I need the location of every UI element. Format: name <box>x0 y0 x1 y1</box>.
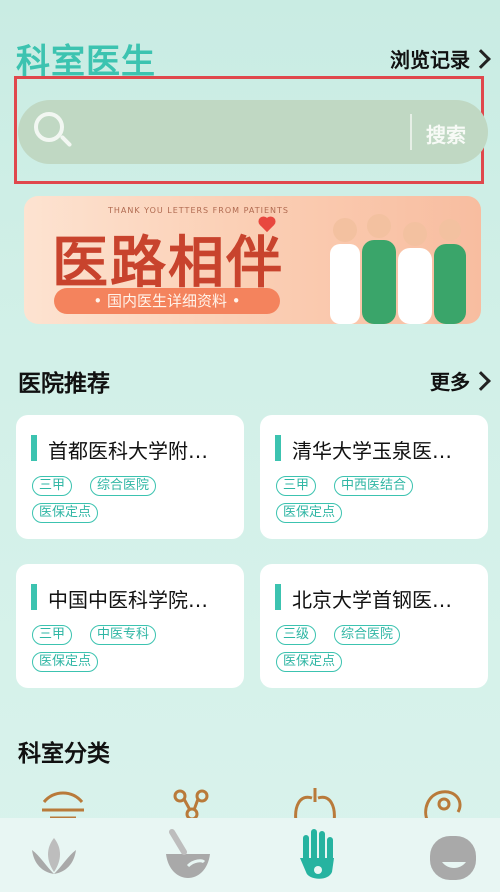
lungs-icon[interactable] <box>290 786 340 822</box>
hospital-tag: 医保定点 <box>276 503 343 523</box>
banner-title: 医路相伴 <box>52 231 284 296</box>
page-header: 科室医生 浏览记录 <box>0 0 500 82</box>
banner-pill: • 国内医生详细资料 • <box>54 288 280 314</box>
hospital-tag: 医保定点 <box>276 652 343 672</box>
card-accent-bar <box>275 584 281 610</box>
thermometer-icon[interactable] <box>38 786 88 822</box>
hospital-tag: 三甲 <box>32 476 73 496</box>
card-accent-bar <box>31 435 37 461</box>
hospital-tag: 医保定点 <box>32 503 99 523</box>
departments-section-title: 科室分类 <box>18 741 110 767</box>
hospital-tag: 三级 <box>276 625 317 645</box>
promo-banner[interactable]: THANK YOU LETTERS FROM PATIENTS 医路相伴 • 国… <box>24 196 481 324</box>
search-icon <box>34 112 64 142</box>
hospitals-section-title: 医院推荐 <box>18 371 110 397</box>
card-accent-bar <box>31 584 37 610</box>
hospital-tag: 医保定点 <box>32 652 99 672</box>
molecule-icon[interactable] <box>168 786 218 822</box>
hospital-name: 中国中医科学院… <box>48 588 208 612</box>
hospital-card[interactable]: 首都医科大学附… 三甲 综合医院 医保定点 <box>16 415 244 539</box>
chevron-right-icon <box>471 370 491 391</box>
brain-icon[interactable] <box>418 786 468 822</box>
doctors-illustration <box>330 214 466 324</box>
search-input[interactable] <box>18 100 488 164</box>
banner-subtitle: THANK YOU LETTERS FROM PATIENTS <box>108 206 289 215</box>
hospital-tag: 中西医结合 <box>334 476 414 496</box>
hospital-card[interactable]: 北京大学首钢医… 三级 综合医院 医保定点 <box>260 564 488 688</box>
hand-icon[interactable] <box>288 828 348 884</box>
search-divider <box>410 114 412 150</box>
more-label: 更多 <box>430 370 470 394</box>
hospital-card[interactable]: 中国中医科学院… 三甲 中医专科 医保定点 <box>16 564 244 688</box>
bottom-tab-bar <box>0 818 500 892</box>
lotus-icon[interactable] <box>24 828 84 884</box>
hospital-name: 首都医科大学附… <box>48 439 208 463</box>
hospital-tag: 中医专科 <box>90 625 157 645</box>
hospitals-more-link[interactable]: 更多 <box>430 366 491 395</box>
search-button[interactable]: 搜索 <box>426 119 466 148</box>
hospital-name: 清华大学玉泉医… <box>292 439 452 463</box>
hospital-tag: 三甲 <box>32 625 73 645</box>
browse-history-link[interactable]: 浏览记录 <box>390 44 491 73</box>
hospital-tag: 三甲 <box>276 476 317 496</box>
hospital-tag: 综合医院 <box>334 625 401 645</box>
browse-history-label: 浏览记录 <box>390 48 470 72</box>
hospital-tag: 综合医院 <box>90 476 157 496</box>
face-icon[interactable] <box>424 828 484 884</box>
mortar-pestle-icon[interactable] <box>158 828 218 884</box>
card-accent-bar <box>275 435 281 461</box>
hospital-card[interactable]: 清华大学玉泉医… 三甲 中西医结合 医保定点 <box>260 415 488 539</box>
chevron-right-icon <box>471 48 491 69</box>
hospital-name: 北京大学首钢医… <box>292 588 452 612</box>
